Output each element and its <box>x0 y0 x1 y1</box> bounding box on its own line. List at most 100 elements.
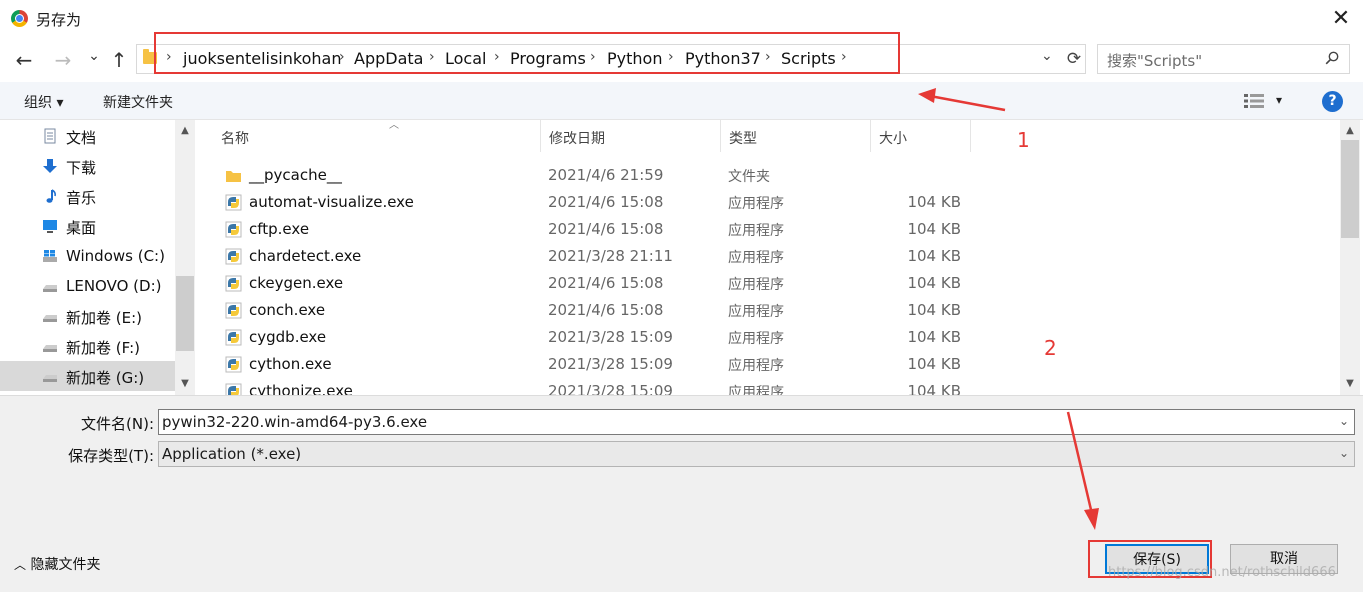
file-list-scrollbar[interactable]: ▲ ▼ <box>1340 120 1360 395</box>
sidebar-item-label: 下载 <box>66 159 97 177</box>
file-row[interactable]: automat-visualize.exe 2021/4/6 15:08 应用程… <box>215 189 975 216</box>
column-header-type[interactable]: 类型 <box>721 120 871 152</box>
chevron-down-icon[interactable]: ⌄ <box>1339 446 1349 460</box>
scroll-up-icon[interactable]: ▲ <box>175 122 195 140</box>
help-icon[interactable]: ? <box>1322 91 1343 112</box>
windows-drive-icon <box>43 250 57 262</box>
file-name: cython.exe <box>249 355 332 373</box>
python-exe-icon <box>225 329 242 346</box>
filename-value[interactable]: pywin32-220.win-amd64-py3.6.exe <box>162 413 427 431</box>
file-type: 应用程序 <box>728 304 784 320</box>
sidebar-item-drive-g[interactable]: 新加卷 (G:) <box>0 361 175 391</box>
sidebar-item-label: 文档 <box>66 129 97 147</box>
search-input[interactable]: 搜索"Scripts" <box>1107 50 1202 71</box>
scroll-down-icon[interactable]: ▼ <box>175 375 195 393</box>
file-date: 2021/4/6 15:08 <box>548 220 664 238</box>
file-type: 应用程序 <box>728 331 784 347</box>
file-type: 应用程序 <box>728 250 784 266</box>
organize-menu[interactable]: 组织 ▾ <box>24 92 63 112</box>
file-type: 应用程序 <box>728 358 784 374</box>
address-dropdown-chevron-icon[interactable]: ⌄ <box>1041 48 1053 64</box>
back-arrow-icon[interactable]: ← <box>11 46 37 74</box>
file-row[interactable]: cythonize.exe 2021/3/28 15:09 应用程序 104 K… <box>215 378 975 395</box>
new-folder-button[interactable]: 新建文件夹 <box>103 92 173 112</box>
annotation-arrow <box>1066 411 1099 530</box>
python-exe-icon <box>225 194 242 211</box>
file-date: 2021/3/28 21:11 <box>548 247 673 265</box>
view-options-icon[interactable] <box>1244 94 1264 108</box>
file-size: 104 KB <box>907 382 961 395</box>
view-dropdown-caret-icon[interactable]: ▾ <box>1276 93 1282 107</box>
file-row[interactable]: cygdb.exe 2021/3/28 15:09 应用程序 104 KB <box>215 324 975 351</box>
refresh-icon[interactable]: ⟳ <box>1063 44 1085 74</box>
filename-input[interactable]: pywin32-220.win-amd64-py3.6.exe ⌄ <box>158 409 1355 435</box>
scroll-down-icon[interactable]: ▼ <box>1340 375 1360 393</box>
sidebar-item-drive-f[interactable]: 新加卷 (F:) <box>0 331 175 361</box>
scrollbar-thumb[interactable] <box>176 276 194 351</box>
file-size: 104 KB <box>907 355 961 373</box>
download-icon <box>43 159 57 173</box>
file-row[interactable]: conch.exe 2021/4/6 15:08 应用程序 104 KB <box>215 297 975 324</box>
close-icon[interactable]: ✕ <box>1326 4 1356 34</box>
search-box[interactable]: 搜索"Scripts" <box>1097 44 1350 74</box>
command-toolbar: 组织 ▾ 新建文件夹 ▾ ? <box>0 82 1363 120</box>
file-row[interactable]: chardetect.exe 2021/3/28 21:11 应用程序 104 … <box>215 243 975 270</box>
hide-folders-toggle[interactable]: ︿ 隐藏文件夹 <box>14 554 100 574</box>
sidebar-item-drive-e[interactable]: 新加卷 (E:) <box>0 301 175 331</box>
column-header-size[interactable]: 大小 <box>871 120 971 152</box>
sidebar-item-desktop[interactable]: 桌面 <box>0 211 175 241</box>
chrome-icon <box>11 10 28 27</box>
sort-ascending-icon: ︿ <box>389 120 399 131</box>
drive-icon <box>43 285 57 292</box>
filename-label: 文件名(N): <box>81 415 154 433</box>
hide-folders-label: 隐藏文件夹 <box>30 557 101 573</box>
sidebar-item-label: 新加卷 (G:) <box>66 369 145 387</box>
file-name: __pycache__ <box>249 166 342 184</box>
file-size: 104 KB <box>907 220 961 238</box>
file-date: 2021/3/28 15:09 <box>548 355 673 373</box>
sidebar-item-drive-c[interactable]: Windows (C:) <box>0 241 175 271</box>
scrollbar-thumb[interactable] <box>1341 140 1359 238</box>
filetype-label: 保存类型(T): <box>68 447 154 465</box>
filetype-select[interactable]: Application (*.exe) ⌄ <box>158 441 1355 467</box>
sidebar-item-label: 音乐 <box>66 189 97 207</box>
sidebar-scrollbar[interactable]: ▲ ▼ <box>175 120 195 395</box>
forward-arrow-icon[interactable]: → <box>50 46 76 74</box>
sidebar-item-label: 新加卷 (F:) <box>66 339 140 357</box>
filetype-value: Application (*.exe) <box>162 445 302 463</box>
drive-icon <box>43 375 57 382</box>
folder-icon <box>226 171 241 182</box>
column-header-name[interactable]: 名称 ︿ <box>213 120 541 152</box>
sidebar-item-drive-d[interactable]: LENOVO (D:) <box>0 271 175 301</box>
file-name: chardetect.exe <box>249 247 362 265</box>
file-row[interactable]: ckeygen.exe 2021/4/6 15:08 应用程序 104 KB <box>215 270 975 297</box>
sidebar-item-label: 新加卷 (E:) <box>66 309 143 327</box>
file-name: cygdb.exe <box>249 328 327 346</box>
file-size: 104 KB <box>907 274 961 292</box>
python-exe-icon <box>225 356 242 373</box>
sidebar-item-music[interactable]: 音乐 <box>0 181 175 211</box>
annotation-highlight-box <box>154 32 900 74</box>
up-arrow-icon[interactable]: ↑ <box>106 46 132 74</box>
file-row[interactable]: cython.exe 2021/3/28 15:09 应用程序 104 KB <box>215 351 975 378</box>
file-name: ckeygen.exe <box>249 274 344 292</box>
sidebar-item-label: Windows (C:) <box>66 247 165 265</box>
search-icon[interactable] <box>1325 51 1339 65</box>
sidebar-item-documents[interactable]: 文档 <box>0 121 175 151</box>
music-icon <box>46 189 56 203</box>
chevron-down-icon[interactable]: ⌄ <box>1339 414 1349 428</box>
drive-icon <box>43 315 57 322</box>
annotation-number: 1 <box>1017 128 1030 152</box>
file-row[interactable]: __pycache__ 2021/4/6 21:59 文件夹 <box>215 162 975 189</box>
file-list: 名称 ︿ 修改日期 类型 大小 __pycache__ 2021/4/6 21:… <box>195 120 1340 395</box>
annotation-arrow <box>918 88 1006 112</box>
recent-locations-chevron-icon[interactable]: ⌄ <box>81 42 107 70</box>
sidebar-item-downloads[interactable]: 下载 <box>0 151 175 181</box>
column-header-date[interactable]: 修改日期 <box>541 120 721 152</box>
file-row[interactable]: cftp.exe 2021/4/6 15:08 应用程序 104 KB <box>215 216 975 243</box>
scroll-up-icon[interactable]: ▲ <box>1340 122 1360 140</box>
file-type: 文件夹 <box>728 169 770 185</box>
watermark-text: https://blog.csdn.net/rothschild666 <box>1108 565 1336 580</box>
file-date: 2021/4/6 15:08 <box>548 193 664 211</box>
file-type: 应用程序 <box>728 196 784 212</box>
